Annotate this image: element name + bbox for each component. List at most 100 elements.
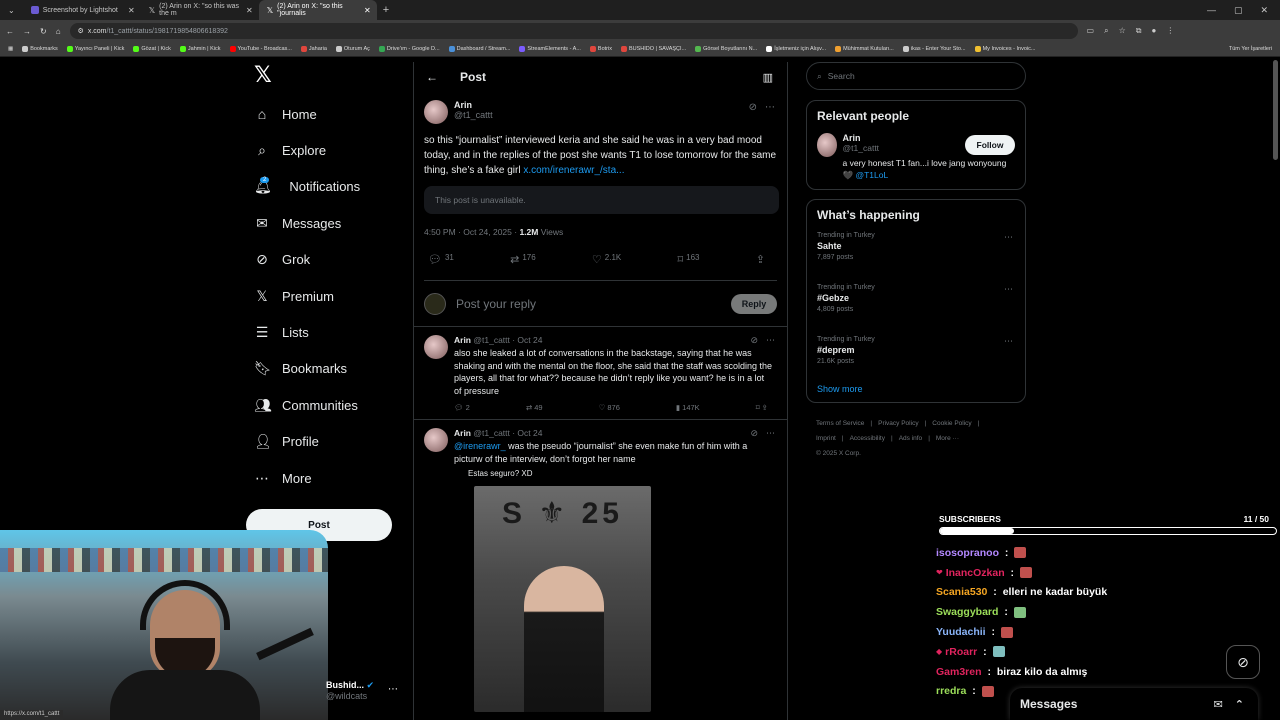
show-more-link[interactable]: Show more	[817, 384, 1015, 394]
footer-link[interactable]: Accessibility	[850, 435, 885, 442]
trend-item[interactable]: Trending in Turkey Sahte 7,897 posts ⋯	[817, 232, 1015, 274]
more-options-icon[interactable]: ⋯	[766, 428, 775, 439]
share-action[interactable]: ⇪	[756, 253, 765, 280]
avatar[interactable]	[424, 335, 448, 359]
reload-icon[interactable]: ↻	[40, 27, 47, 36]
profile-avatar-icon[interactable]: ●	[1151, 26, 1156, 36]
interview-photo[interactable]: S ⚜ 25	[474, 486, 651, 712]
browser-tab[interactable]: Screenshot by Lightshot ✕	[23, 0, 141, 20]
maximize-icon[interactable]: ▢	[1234, 5, 1243, 16]
avatar[interactable]	[424, 428, 448, 452]
close-tab-icon[interactable]: ✕	[128, 6, 135, 15]
reader-mode-icon[interactable]: ▥	[763, 71, 773, 84]
bookmark-item[interactable]: Dashboard / Stream...	[448, 46, 510, 52]
mention-link[interactable]: @irenerawr_	[454, 441, 506, 451]
bookmark-item[interactable]: StreamElements - A...	[519, 46, 581, 52]
reply-action[interactable]: 💬︎ 2	[454, 403, 470, 419]
home-page-icon[interactable]: ⌂	[56, 27, 61, 36]
trend-item[interactable]: Trending in Turkey #deprem 21.6K posts ⋯	[817, 336, 1015, 378]
repost-action[interactable]: ⇄ 176	[510, 253, 536, 280]
site-info-icon[interactable]: ⚙	[78, 27, 84, 35]
menu-icon[interactable]: ⋮	[1166, 26, 1174, 36]
zoom-icon[interactable]: ⌕	[1104, 26, 1108, 36]
repost-action[interactable]: ⇄ 49	[526, 403, 543, 419]
reply-action[interactable]: 💬︎ 31	[428, 253, 454, 280]
like-action[interactable]: ♡ 876	[599, 403, 620, 419]
new-message-icon[interactable]: ✉	[1214, 698, 1223, 711]
nav-item-messages[interactable]: ✉ Messages	[246, 205, 406, 241]
extensions-icon[interactable]: ⧉	[1136, 26, 1142, 36]
new-tab-button[interactable]: +	[377, 4, 395, 16]
bookmark-item[interactable]: Mühimmat Kutuları...	[835, 46, 894, 52]
close-tab-icon[interactable]: ✕	[364, 6, 371, 15]
share-icon[interactable]: ⇪	[762, 403, 768, 412]
bookmark-item[interactable]: Botrix	[589, 46, 612, 52]
nav-item-grok[interactable]: ⊘ Grok	[246, 242, 406, 278]
footer-link[interactable]: More ···	[936, 435, 959, 442]
close-window-icon[interactable]: ✕	[1260, 5, 1268, 16]
trend-item[interactable]: Trending in Turkey #Gebze 4,809 posts ⋯	[817, 284, 1015, 326]
reply-button[interactable]: Reply	[731, 293, 777, 314]
nav-item-premium[interactable]: 𝕏 Premium	[246, 278, 406, 314]
minimize-icon[interactable]: —	[1207, 5, 1216, 16]
grok-fab-icon[interactable]: ⊘	[1226, 645, 1260, 679]
reply-author-name[interactable]: Arin	[454, 335, 471, 345]
bookmark-action[interactable]: ⌑ 163	[678, 253, 700, 280]
messages-drawer[interactable]: Messages ✉ ⌃	[1010, 688, 1258, 720]
account-switcher[interactable]: Bushid... ✔ @wildcats	[326, 680, 374, 701]
forward-icon[interactable]: →	[23, 27, 31, 36]
bookmark-item[interactable]: Gözat | Kick	[133, 46, 171, 52]
back-icon[interactable]: ←	[6, 27, 14, 36]
nav-item-lists[interactable]: ☰ Lists	[246, 314, 406, 350]
footer-link[interactable]: © 2025 X Corp.	[816, 450, 861, 457]
nav-item-notifications[interactable]: 🔔︎ 2 Notifications	[246, 169, 406, 205]
close-tab-icon[interactable]: ✕	[246, 6, 253, 15]
star-icon[interactable]: ☆	[1119, 26, 1126, 36]
back-arrow-icon[interactable]: ←	[426, 70, 438, 84]
footer-link[interactable]: Terms of Service	[816, 420, 864, 427]
grok-icon[interactable]: ⊘	[749, 102, 757, 113]
expand-icon[interactable]: ⌃	[1235, 698, 1244, 711]
reply-author-name[interactable]: Arin	[454, 428, 471, 438]
bookmark-item[interactable]: Bookmarks	[22, 46, 58, 52]
more-options-icon[interactable]: ⋯	[765, 102, 775, 113]
image-card[interactable]: Estas seguro? XD S ⚜ 25	[454, 469, 652, 712]
author-name[interactable]: Arin	[454, 100, 493, 110]
bookmark-item[interactable]: BUSHIDO | SAVAŞÇI...	[620, 46, 686, 52]
avatar[interactable]	[817, 133, 837, 157]
search-input[interactable]: ⌕ Search	[806, 62, 1026, 90]
account-more-icon[interactable]: ⋯	[388, 684, 398, 695]
bookmark-item[interactable]: YouTube - Broadcas...	[229, 46, 292, 52]
tab-search-icon[interactable]: ⌄	[0, 6, 23, 15]
nav-item-more[interactable]: ⋯ More	[246, 460, 406, 496]
footer-link[interactable]: Ads info	[899, 435, 923, 442]
reply-post[interactable]: Arin @t1_cattt · Oct 24 also she leaked …	[414, 327, 787, 420]
more-options-icon[interactable]: ⋯	[1004, 232, 1013, 243]
apps-icon[interactable]: ▦	[8, 46, 13, 52]
bio-link[interactable]: @T1LoL	[855, 170, 888, 180]
bookmark-item[interactable]: Jaharia	[300, 46, 327, 52]
reply-input[interactable]: Post your reply	[456, 297, 536, 311]
grok-icon[interactable]: ⊘	[750, 428, 758, 439]
nav-item-communities[interactable]: 👥︎ Communities	[246, 387, 406, 423]
x-logo-icon[interactable]: 𝕏	[254, 62, 406, 96]
bookmark-item[interactable]: Yayıncı Paneli | Kick	[66, 46, 124, 52]
page-scrollbar[interactable]	[1273, 60, 1278, 160]
grok-icon[interactable]: ⊘	[750, 335, 758, 346]
bookmark-item[interactable]: ikas - Enter Your Sto...	[902, 46, 966, 52]
nav-item-home[interactable]: ⌂ Home	[246, 96, 406, 132]
nav-item-explore[interactable]: ⌕ Explore	[246, 132, 406, 168]
more-options-icon[interactable]: ⋯	[1004, 284, 1013, 295]
like-action[interactable]: ♡ 2.1K	[592, 253, 621, 280]
bookmark-item[interactable]: My Invoices - Invoic...	[974, 46, 1035, 52]
follow-button[interactable]: Follow	[965, 135, 1015, 155]
avatar[interactable]	[424, 100, 448, 124]
reply-author-handle[interactable]: @t1_cattt · Oct 24	[473, 335, 542, 345]
bookmark-action[interactable]: ⌑ ⇪	[756, 403, 768, 419]
all-bookmarks-link[interactable]: Tüm Yer İşaretleri	[1229, 46, 1280, 52]
address-bar[interactable]: ⚙ x.com/t1_cattt/status/1981719854806618…	[69, 23, 1078, 39]
nav-item-bookmarks[interactable]: 🔖︎ Bookmarks	[246, 351, 406, 387]
views-action[interactable]: ▮ 147K	[676, 403, 700, 419]
bookmark-item[interactable]: Drive'ım - Google D...	[378, 46, 440, 52]
footer-link[interactable]: Imprint	[816, 435, 836, 442]
